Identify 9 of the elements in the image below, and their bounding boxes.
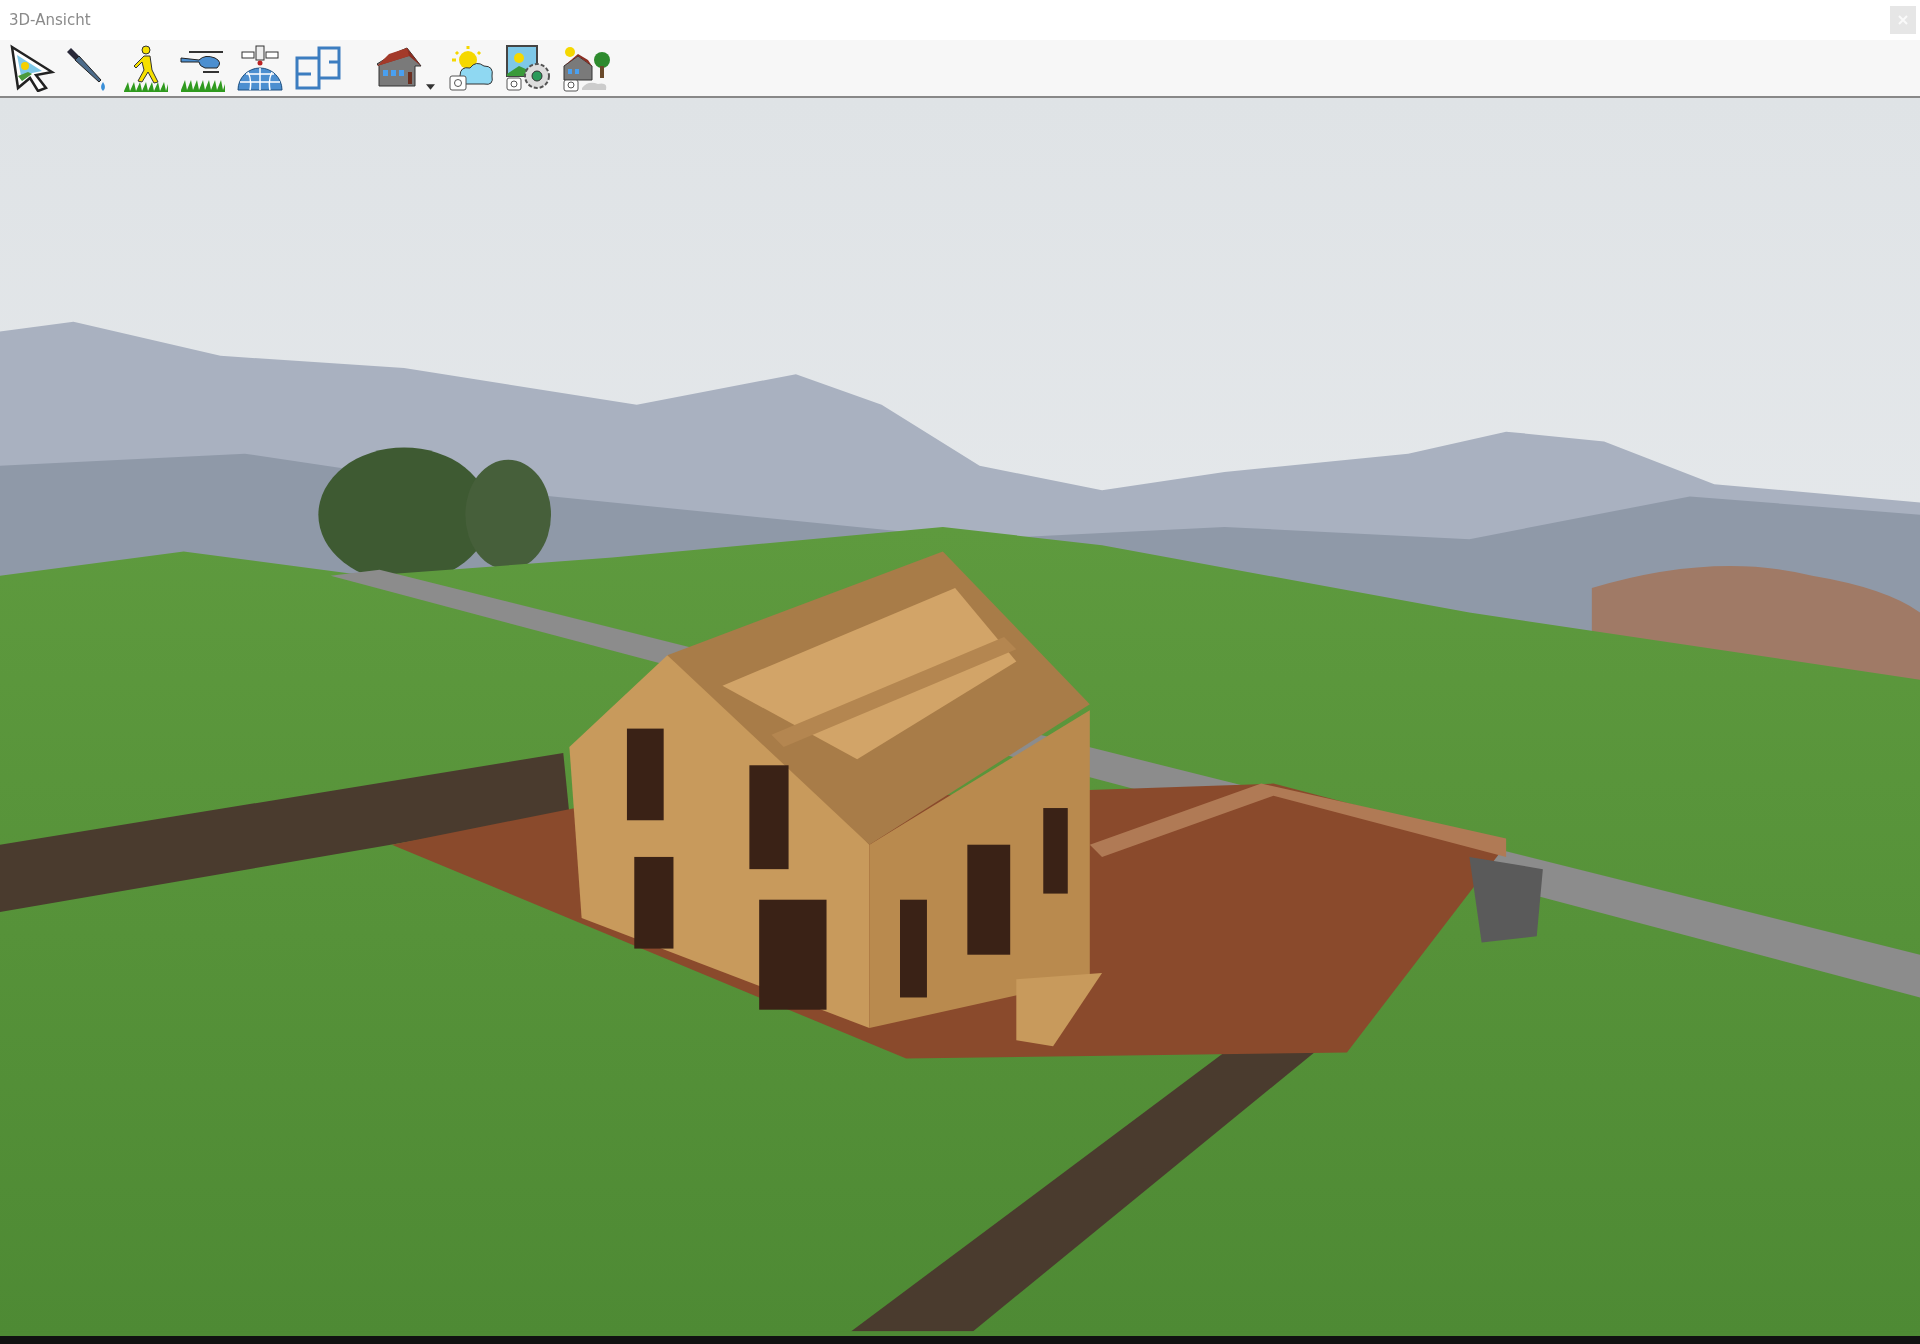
pointer-arrow-icon[interactable] [8, 44, 56, 92]
floor-plan-icon[interactable] [293, 44, 341, 92]
picture-gear-icon[interactable] [505, 44, 553, 92]
walking-person-icon[interactable] [122, 44, 170, 92]
dropdown-caret-icon[interactable] [426, 84, 435, 90]
satellite-globe-icon[interactable] [236, 44, 284, 92]
house-tree-camera-icon[interactable] [562, 44, 610, 92]
sun-cloud-camera-icon[interactable] [448, 44, 496, 92]
window-title: 3D-Ansicht [9, 11, 91, 29]
